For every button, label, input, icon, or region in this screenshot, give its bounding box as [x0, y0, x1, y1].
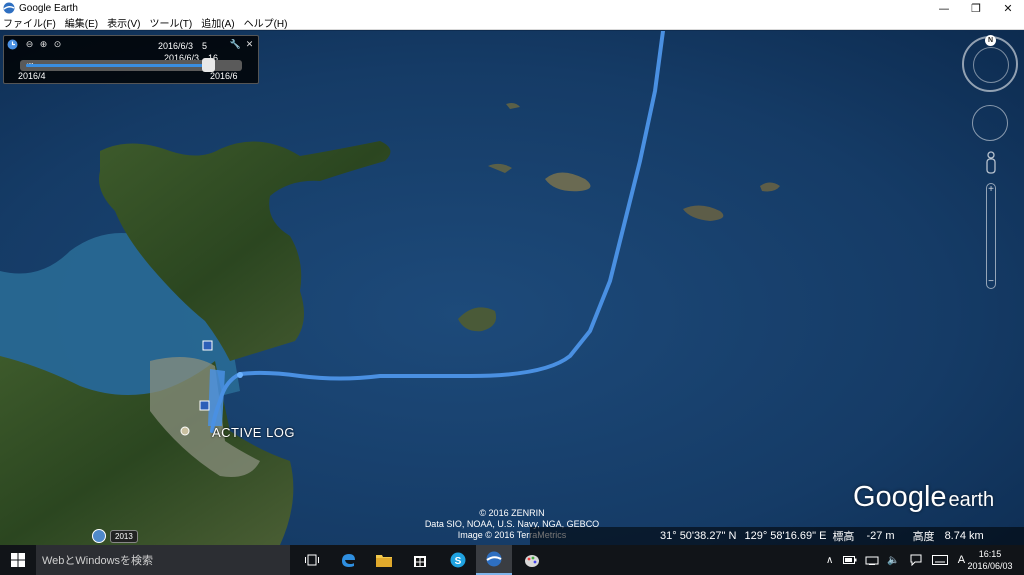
edge-icon[interactable]: [330, 545, 366, 575]
zoom-slider[interactable]: [986, 183, 996, 289]
volume-icon[interactable]: 🔈: [887, 555, 899, 566]
clock-icon[interactable]: [7, 39, 18, 50]
range-start-label: 2016/4: [18, 71, 46, 81]
time-slider-panel: ⊖ ⊕ ⊙ 2016/6/3 5 🔧 ✕ 2016/6/3 16 ⏮ 2016/…: [3, 35, 259, 84]
north-indicator[interactable]: N: [985, 35, 996, 46]
file-explorer-icon[interactable]: [366, 545, 402, 575]
close-icon[interactable]: ✕: [244, 39, 255, 50]
task-view-icon[interactable]: [294, 545, 330, 575]
google-earth-icon: [3, 2, 15, 14]
longitude-readout: 129° 58'16.69" E: [744, 530, 827, 542]
range-end-label: 2016/6: [210, 71, 238, 81]
imagery-year: 2013: [110, 529, 138, 543]
animate-icon[interactable]: ⊙: [52, 39, 63, 50]
time-slider-fill: [26, 64, 208, 67]
store-icon[interactable]: [402, 545, 438, 575]
menu-bar: ファイル(F) 編集(E) 表示(V) ツール(T) 追加(A) ヘルプ(H): [0, 16, 1024, 30]
compass-ring[interactable]: [973, 47, 1009, 83]
status-bar: 31° 50'38.27" N 129° 58'16.69" E 標高 -27 …: [530, 527, 1024, 545]
globe-icon: [92, 529, 106, 543]
google-earth-taskbar-icon[interactable]: [476, 545, 512, 575]
chevron-up-icon[interactable]: ∧: [826, 555, 833, 566]
clock-time: 16:15: [978, 549, 1002, 559]
taskbar-search[interactable]: WebとWindowsを検索: [36, 545, 290, 575]
windows-taskbar: WebとWindowsを検索 S ∧ 🔈 A 16:15 2016/06/03: [0, 545, 1024, 575]
settings-wrench-icon[interactable]: 🔧: [230, 39, 241, 50]
menu-tools[interactable]: ツール(T): [149, 15, 192, 30]
satellite-imagery: [0, 31, 1024, 545]
compass-control[interactable]: N: [962, 35, 1018, 92]
map-view[interactable]: ACTIVE LOG © 2016 ZENRIN Data SIO, NOAA,…: [0, 31, 1024, 545]
keyboard-icon[interactable]: [931, 555, 948, 565]
clock-date: 2016/06/03: [967, 561, 1013, 571]
menu-help[interactable]: ヘルプ(H): [244, 15, 288, 30]
logo-sub: earth: [948, 489, 995, 511]
notification-icon[interactable]: [910, 554, 922, 566]
menu-file[interactable]: ファイル(F): [3, 15, 56, 30]
system-tray: ∧ 🔈 A: [826, 545, 971, 575]
start-button[interactable]: [0, 545, 36, 575]
battery-icon[interactable]: [843, 555, 857, 565]
menu-edit[interactable]: 編集(E): [65, 15, 98, 30]
google-earth-logo: Google earth: [853, 481, 994, 514]
zoom-in-icon[interactable]: ⊕: [38, 39, 49, 50]
attribution-line: © 2016 ZENRIN: [479, 508, 545, 518]
title-bar: Google Earth — ❐ ✕: [0, 0, 1024, 16]
altitude-label: 高度: [912, 531, 935, 543]
minimize-button[interactable]: —: [928, 0, 960, 16]
zoom-out-icon[interactable]: ⊖: [24, 39, 35, 50]
zoom-out-button[interactable]: −: [982, 276, 1000, 288]
network-icon[interactable]: [865, 555, 879, 565]
maximize-button[interactable]: ❐: [960, 0, 992, 16]
menu-view[interactable]: 表示(V): [107, 15, 140, 30]
look-joystick[interactable]: [972, 105, 1008, 141]
elevation-label: 標高: [832, 531, 855, 543]
street-view-person-icon[interactable]: [985, 151, 997, 175]
latitude-readout: 31° 50'38.27" N: [660, 530, 737, 542]
paint-icon[interactable]: [514, 545, 550, 575]
window-title: Google Earth: [19, 2, 78, 14]
close-button[interactable]: ✕: [992, 0, 1024, 16]
historical-imagery-badge[interactable]: 2013: [92, 529, 138, 543]
logo-main: Google: [853, 481, 947, 513]
svg-text:S: S: [455, 556, 462, 567]
menu-add[interactable]: 追加(A): [201, 15, 234, 30]
taskbar-clock[interactable]: 16:15 2016/06/03: [962, 548, 1018, 572]
time-slider-thumb[interactable]: [202, 58, 215, 72]
skype-icon[interactable]: S: [440, 545, 476, 575]
elevation-value: -27 m: [866, 530, 895, 542]
track-label[interactable]: ACTIVE LOG: [212, 425, 295, 440]
altitude-value: 8.74 km: [944, 530, 984, 542]
windows-logo-icon: [11, 553, 25, 567]
